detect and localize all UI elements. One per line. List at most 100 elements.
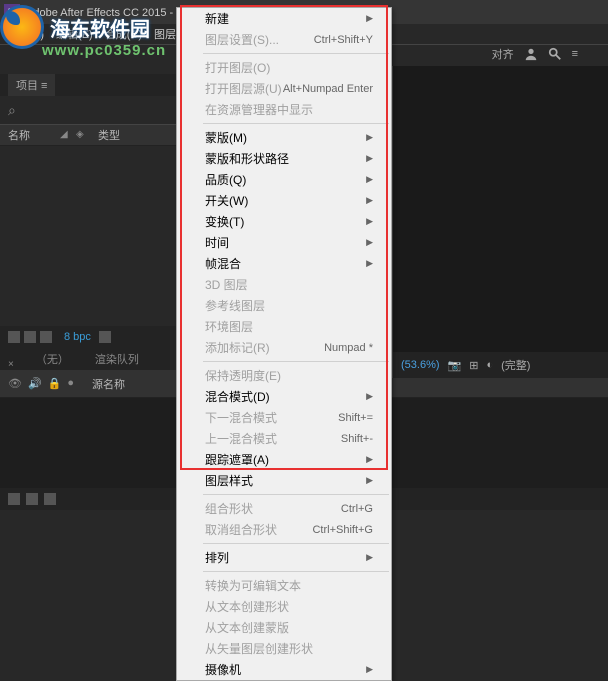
menu-item-label: 添加标记(R) bbox=[205, 339, 270, 356]
submenu-arrow-icon: ▶ bbox=[366, 237, 373, 248]
new-bin-icon[interactable] bbox=[8, 331, 20, 343]
menu-item[interactable]: 变换(T)▶ bbox=[177, 211, 391, 232]
res-label[interactable]: (完整) bbox=[501, 357, 530, 373]
new-comp-icon[interactable] bbox=[24, 331, 36, 343]
submenu-arrow-icon: ▶ bbox=[366, 153, 373, 164]
menu-separator bbox=[203, 53, 389, 54]
new-folder-icon[interactable] bbox=[40, 331, 52, 343]
menu-item-label: 混合模式(D) bbox=[205, 388, 270, 405]
menu-shortcut: Ctrl+Shift+G bbox=[312, 524, 373, 536]
menu-item-label: 3D 图层 bbox=[205, 276, 248, 293]
menu-shortcut: Shift+- bbox=[341, 433, 373, 445]
menu-item-label: 跟踪遮罩(A) bbox=[205, 451, 269, 468]
dot-icon[interactable]: ● bbox=[67, 377, 74, 390]
submenu-arrow-icon: ▶ bbox=[366, 664, 373, 675]
mask-icon[interactable]: ◐ bbox=[486, 359, 493, 371]
menu-item: 转换为可编辑文本 bbox=[177, 575, 391, 596]
menu-item-label: 排列 bbox=[205, 549, 229, 566]
tab-project[interactable]: 项目 ≡ bbox=[8, 74, 55, 96]
menu-item[interactable]: 新建▶ bbox=[177, 8, 391, 29]
menu-shortcut: Ctrl+G bbox=[341, 503, 373, 515]
submenu-arrow-icon: ▶ bbox=[366, 475, 373, 486]
toggle-b-icon[interactable] bbox=[26, 493, 38, 505]
speaker-icon[interactable]: 🔊 bbox=[28, 377, 42, 390]
submenu-arrow-icon: ▶ bbox=[366, 132, 373, 143]
col-type[interactable]: 类型 bbox=[98, 127, 120, 143]
lock-icon[interactable]: 🔒 bbox=[48, 377, 62, 390]
menu-item[interactable]: 跟踪遮罩(A) ▶ bbox=[177, 449, 391, 470]
menu-item-label: 蒙版(M) bbox=[205, 129, 247, 146]
tag-icon: ◈ bbox=[76, 129, 88, 141]
menu-item-label: 下一混合模式 bbox=[205, 409, 277, 426]
menu-item-label: 蒙版和形状路径 bbox=[205, 150, 289, 167]
menu-item-label: 打开图层(O) bbox=[205, 59, 270, 76]
menu-item-label: 品质(Q) bbox=[205, 171, 246, 188]
menu-item[interactable]: 开关(W)▶ bbox=[177, 190, 391, 211]
camera-icon[interactable]: 📷 bbox=[448, 359, 462, 372]
submenu-arrow-icon: ▶ bbox=[366, 174, 373, 185]
person-icon[interactable] bbox=[524, 47, 538, 61]
close-tab-icon[interactable]: × bbox=[8, 359, 14, 370]
tab-none[interactable]: （无） bbox=[32, 348, 73, 370]
menu-item-label: 上一混合模式 bbox=[205, 430, 277, 447]
menu-item[interactable]: 蒙版(M) ▶ bbox=[177, 127, 391, 148]
submenu-arrow-icon: ▶ bbox=[366, 552, 373, 563]
menu-item[interactable]: 图层样式 ▶ bbox=[177, 470, 391, 491]
menu-item-label: 取消组合形状 bbox=[205, 521, 277, 538]
search-icon-tb[interactable] bbox=[548, 47, 562, 61]
menu-item[interactable]: 排列 ▶ bbox=[177, 547, 391, 568]
menu-item-label: 从矢量图层创建形状 bbox=[205, 640, 313, 657]
zoom-pct[interactable]: (53.6%) bbox=[401, 359, 440, 371]
menu-item-label: 变换(T) bbox=[205, 213, 244, 230]
menu-item-label: 从文本创建形状 bbox=[205, 598, 289, 615]
toggle-a-icon[interactable] bbox=[8, 493, 20, 505]
menu-item-label: 图层样式 bbox=[205, 472, 253, 489]
menu-shortcut: Numpad * bbox=[324, 342, 373, 354]
menu-shortcut: Ctrl+Shift+Y bbox=[314, 34, 373, 46]
menu-item[interactable]: 蒙版和形状路径 ▶ bbox=[177, 148, 391, 169]
bpc-label[interactable]: 8 bpc bbox=[64, 331, 91, 343]
menu-item: 从文本创建形状 bbox=[177, 596, 391, 617]
search-icon[interactable]: ⌕ bbox=[8, 102, 16, 119]
switch-icons: 👁 🔊 🔒 ● bbox=[8, 377, 74, 390]
menu-item-label: 打开图层源(U) bbox=[205, 80, 282, 97]
toggle-c-icon[interactable] bbox=[44, 493, 56, 505]
col-icons: ◢ ◈ bbox=[60, 129, 88, 141]
grid-icon[interactable]: ⊞ bbox=[469, 359, 478, 372]
menu-item-label: 组合形状 bbox=[205, 500, 253, 517]
menu-item-label: 时间 bbox=[205, 234, 229, 251]
menu-item: 取消组合形状 Ctrl+Shift+G bbox=[177, 519, 391, 540]
col-name[interactable]: 名称 bbox=[8, 127, 30, 143]
menu-separator bbox=[203, 361, 389, 362]
menu-separator bbox=[203, 543, 389, 544]
source-name-col[interactable]: 源名称 bbox=[92, 376, 125, 392]
menu-item[interactable]: 混合模式(D)▶ bbox=[177, 386, 391, 407]
menu-item: 从矢量图层创建形状 bbox=[177, 638, 391, 659]
menu-item[interactable]: 帧混合▶ bbox=[177, 253, 391, 274]
menu-item[interactable]: 摄像机 ▶ bbox=[177, 659, 391, 680]
submenu-arrow-icon: ▶ bbox=[366, 454, 373, 465]
menu-item: 在资源管理器中显示 bbox=[177, 99, 391, 120]
menu-item-label: 参考线图层 bbox=[205, 297, 265, 314]
preview-panel: (53.6%) 📷 ⊞ ◐ (完整) bbox=[392, 66, 608, 378]
submenu-arrow-icon: ▶ bbox=[366, 258, 373, 269]
align-label[interactable]: 对齐 bbox=[492, 46, 514, 62]
menu-shortcut: Shift+= bbox=[338, 412, 373, 424]
menu-separator bbox=[203, 494, 389, 495]
hamburger-icon[interactable]: ≡ bbox=[572, 48, 578, 60]
menu-item: 参考线图层 bbox=[177, 295, 391, 316]
tab-render[interactable]: 渲染队列 bbox=[91, 348, 143, 370]
eye-icon[interactable]: 👁 bbox=[8, 377, 22, 390]
trash-icon[interactable] bbox=[99, 331, 111, 343]
menu-item: 保持透明度(E) bbox=[177, 365, 391, 386]
menu-item[interactable]: 时间 ▶ bbox=[177, 232, 391, 253]
menu-item-label: 保持透明度(E) bbox=[205, 367, 281, 384]
watermark-text: 海东软件园 bbox=[50, 13, 150, 42]
menu-item: 从文本创建蒙版 bbox=[177, 617, 391, 638]
menu-item[interactable]: 品质(Q) ▶ bbox=[177, 169, 391, 190]
menu-item-label: 摄像机 bbox=[205, 661, 241, 678]
menu-item: 打开图层源(U)Alt+Numpad Enter bbox=[177, 78, 391, 99]
globe-icon bbox=[0, 5, 44, 49]
layer-context-menu: 新建▶图层设置(S)...Ctrl+Shift+Y打开图层(O)打开图层源(U)… bbox=[176, 7, 392, 681]
menu-shortcut: Alt+Numpad Enter bbox=[283, 83, 373, 95]
